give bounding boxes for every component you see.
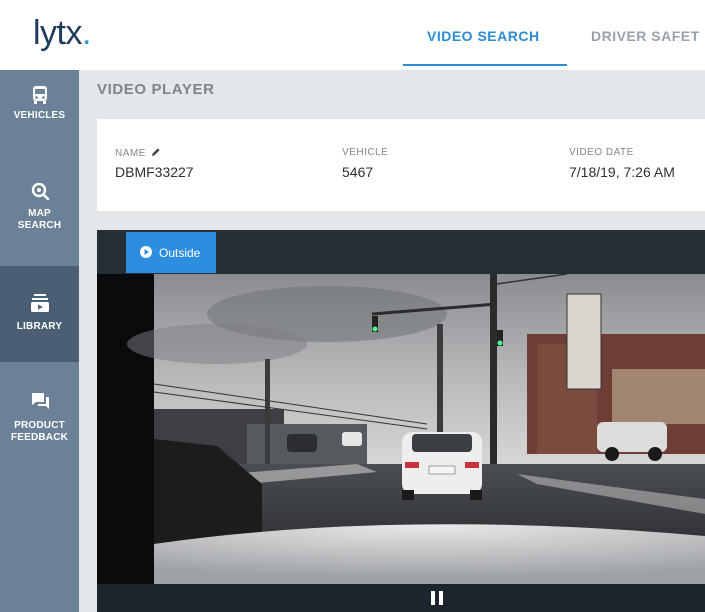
tab-driver-safety[interactable]: DRIVER SAFET (591, 28, 700, 44)
video-player: Outside (97, 230, 705, 612)
video-frame[interactable] (97, 274, 705, 584)
sidebar-item-label: VEHICLES (13, 110, 66, 121)
name-label: NAME (115, 147, 161, 159)
video-date-label: VIDEO DATE (569, 147, 634, 158)
top-header: lytx. VIDEO SEARCH DRIVER SAFET (0, 0, 705, 70)
sidebar-item-product-feedback[interactable]: PRODUCT FEEDBACK (0, 362, 79, 462)
camera-tab-outside[interactable]: Outside (126, 232, 216, 273)
video-date-value: 7/18/19, 7:26 AM (569, 164, 675, 180)
vehicle-value: 5467 (342, 164, 374, 180)
name-label-text: NAME (115, 148, 146, 159)
sidebar-item-label: LIBRARY (16, 321, 63, 332)
video-controls (97, 584, 705, 612)
sidebar: VEHICLES MAP SEARCH LIBRARY PRODUCT FEED… (0, 70, 79, 612)
sidebar-item-label: MAP SEARCH (17, 208, 62, 231)
camera-tab-label: Outside (159, 246, 201, 260)
name-value: DBMF33227 (115, 164, 194, 180)
feedback-icon (31, 393, 49, 409)
vehicle-label: VEHICLE (342, 147, 389, 158)
sidebar-item-label: PRODUCT FEEDBACK (10, 420, 69, 443)
video-details-card: NAME DBMF33227 VEHICLE 5467 VIDEO DATE 7… (97, 119, 705, 211)
active-tab-indicator (403, 64, 567, 66)
sidebar-item-map-search[interactable]: MAP SEARCH (0, 168, 79, 266)
logo-dot: . (82, 14, 91, 52)
dashcam-street-scene (97, 274, 705, 584)
sidebar-item-library[interactable]: LIBRARY (0, 266, 79, 362)
library-icon (30, 294, 49, 312)
sidebar-item-vehicles[interactable]: VEHICLES (0, 70, 79, 168)
page-title: VIDEO PLAYER (97, 81, 215, 98)
pencil-icon[interactable] (151, 147, 161, 157)
bus-icon (32, 86, 47, 104)
pause-icon[interactable] (430, 590, 444, 606)
map-search-icon (31, 182, 49, 201)
play-circle-icon (140, 246, 152, 258)
lytx-logo[interactable]: lytx. (33, 14, 91, 53)
tab-video-search[interactable]: VIDEO SEARCH (427, 28, 540, 44)
logo-text: lytx (33, 14, 83, 52)
